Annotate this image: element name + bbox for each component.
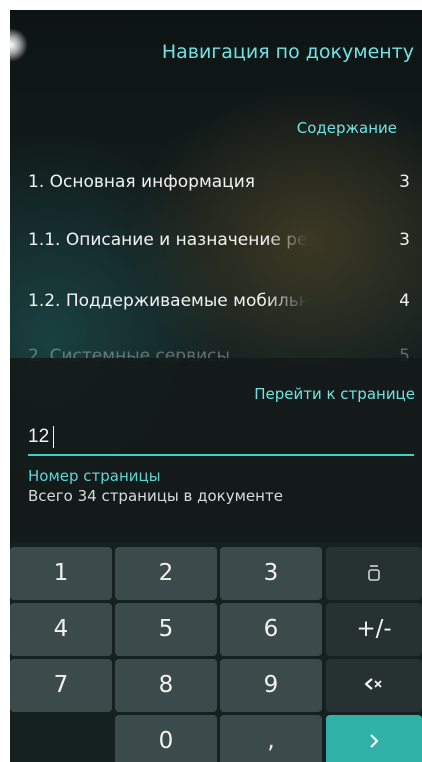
backspace-icon [364,678,382,690]
hide-keyboard-key[interactable] [326,547,422,600]
page-count-hint: Всего 34 страницы в документе [28,487,283,505]
toc-item-title: 1. Основная информация [28,172,256,192]
toc-item[interactable]: 1.1. Описание и назначение реш 3 [28,230,410,260]
key-3[interactable]: 3 [220,547,322,600]
page-title: Навигация по документу [161,41,414,63]
toc-item-title: 1.2. Поддерживаемые мобильные [28,291,308,311]
goto-page-dialog: Перейти к странице Номер страницы Всего … [10,358,422,542]
key-0[interactable]: 0 [115,715,217,762]
toc-heading: Содержание [296,119,397,137]
key-6[interactable]: 6 [220,603,322,656]
toc-item-page: 3 [399,172,410,192]
goto-page-title: Перейти к странице [254,385,415,403]
toc-item-page: 3 [399,230,410,250]
plus-minus-key[interactable]: +/- [326,603,422,656]
numeric-keypad: 1 2 3 4 5 6 +/- 7 8 9 0 , [10,542,422,762]
comma-key[interactable]: , [220,715,322,762]
key-5[interactable]: 5 [115,603,217,656]
text-caret [53,426,54,448]
toc-item-title: 1.1. Описание и назначение реш [28,230,308,250]
next-key[interactable] [326,715,422,762]
key-4[interactable]: 4 [10,603,112,656]
document-navigation-screen: Навигация по документу Содержание 1. Осн… [10,10,422,762]
empty-key [10,715,112,762]
chevron-right-icon [370,734,379,748]
page-number-label: Номер страницы [28,467,161,485]
key-1[interactable]: 1 [10,547,112,600]
light-glow-decoration [10,28,28,62]
toc-item-page: 4 [399,291,410,311]
key-7[interactable]: 7 [10,659,112,712]
page-number-input[interactable] [28,424,414,456]
backspace-key[interactable] [326,659,422,712]
key-2[interactable]: 2 [115,547,217,600]
toc-item[interactable]: 1. Основная информация 3 [28,172,410,202]
toc-item[interactable]: 1.2. Поддерживаемые мобильные 4 [28,291,410,321]
hide-keyboard-icon [368,565,380,581]
key-8[interactable]: 8 [115,659,217,712]
key-9[interactable]: 9 [220,659,322,712]
